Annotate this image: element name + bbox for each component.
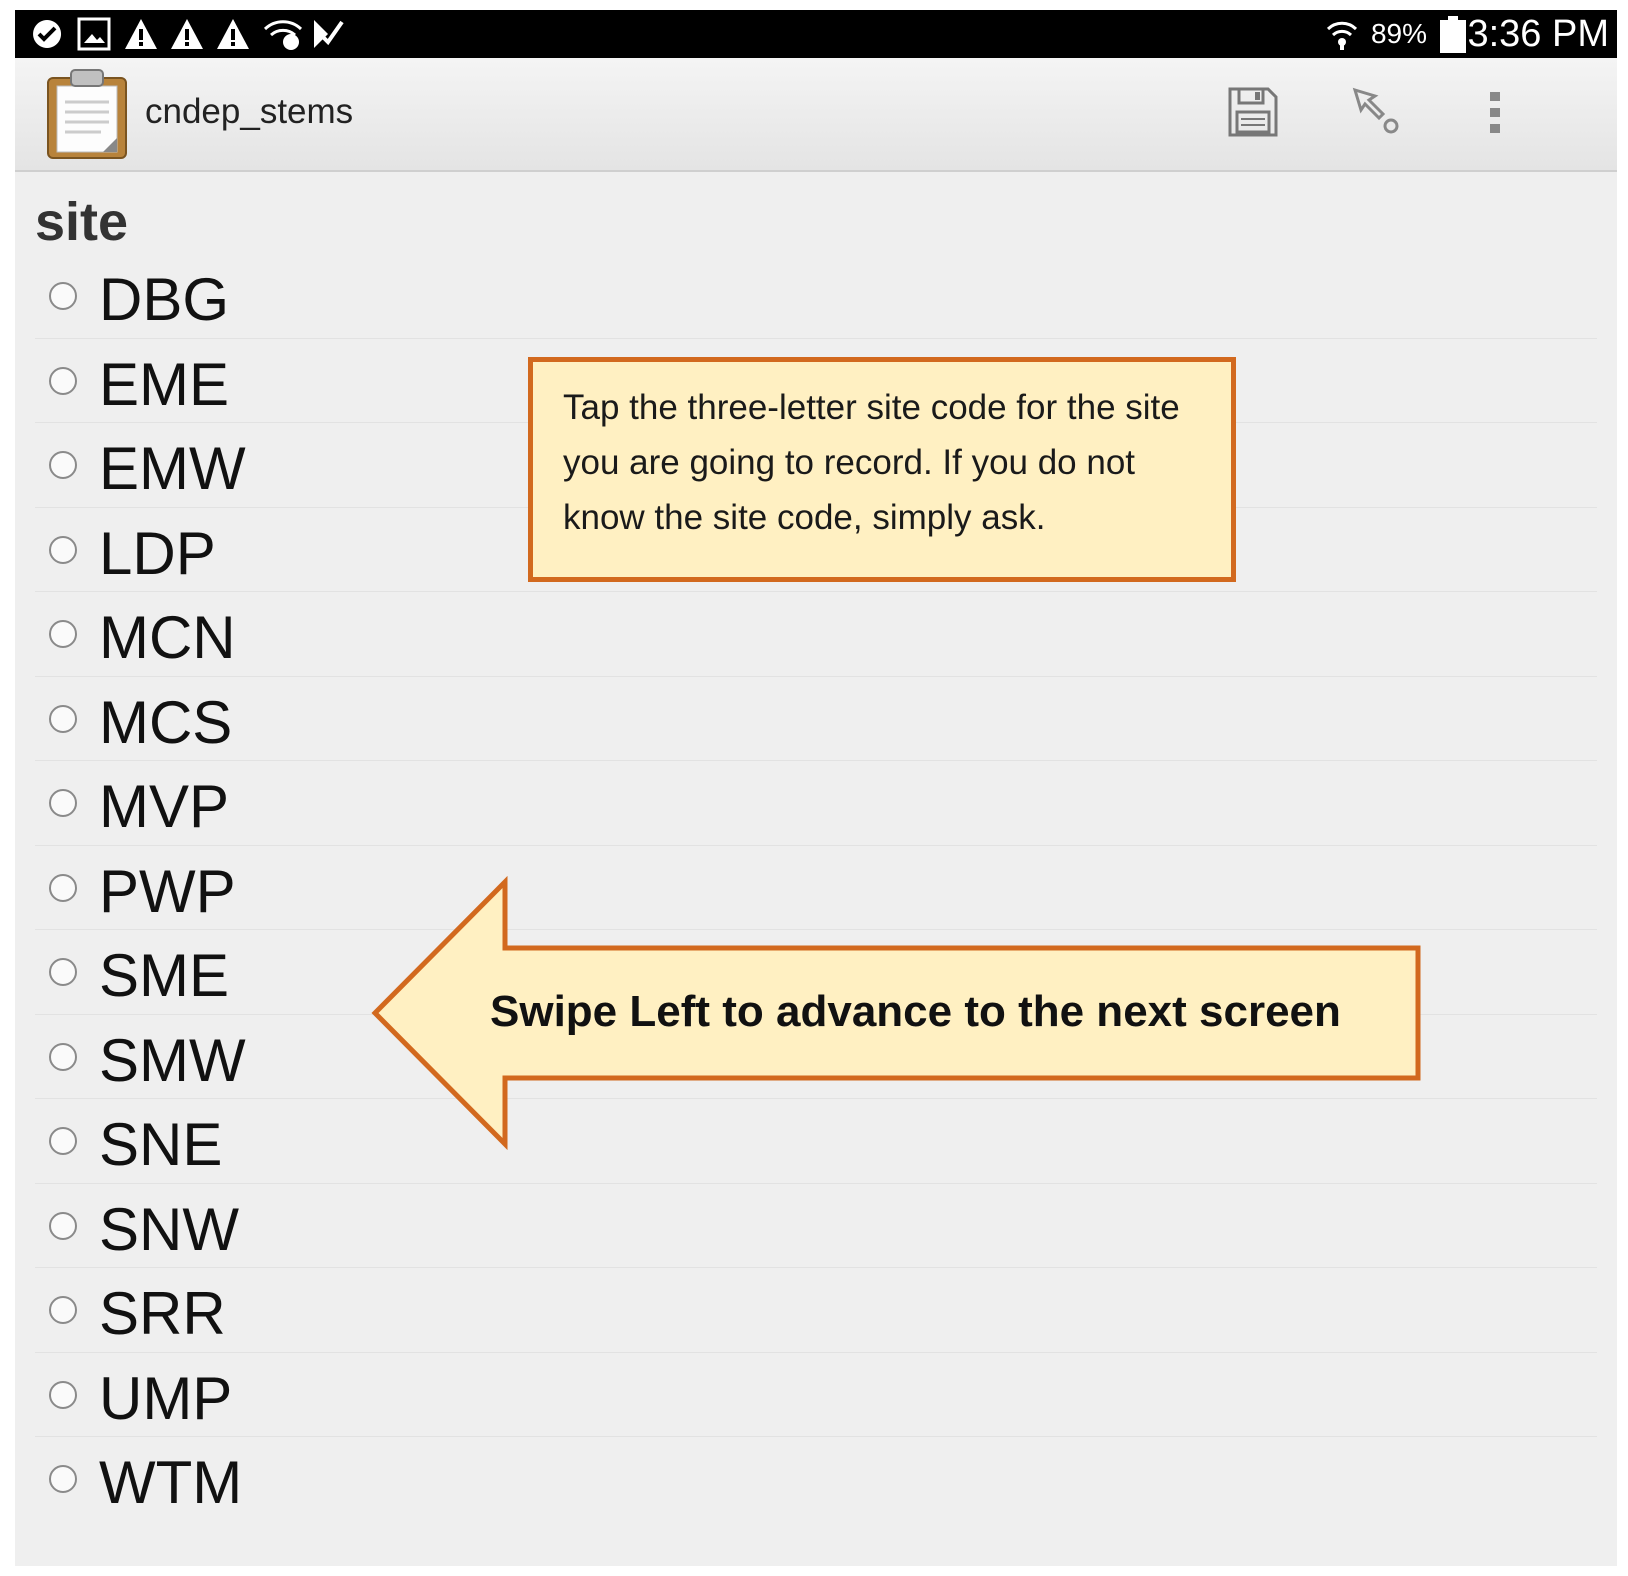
- status-bar: 89% 3:36 PM: [15, 10, 1617, 58]
- choice-label: SNW: [99, 1195, 239, 1263]
- choice-label: LDP: [99, 519, 216, 587]
- choice-wtm[interactable]: WTM: [35, 1437, 1597, 1522]
- overflow-menu-icon[interactable]: [1485, 88, 1505, 138]
- choice-ump[interactable]: UMP: [35, 1353, 1597, 1437]
- radio-button[interactable]: [49, 1380, 77, 1409]
- choice-label: UMP: [99, 1364, 233, 1432]
- battery-icon: [1440, 16, 1466, 53]
- choice-label: WTM: [99, 1449, 243, 1516]
- choice-mvp[interactable]: MVP: [35, 761, 1597, 846]
- radio-button[interactable]: [49, 1042, 77, 1071]
- radio-button[interactable]: [49, 1465, 77, 1493]
- radio-button[interactable]: [49, 704, 77, 733]
- choice-dbg[interactable]: DBG: [35, 254, 1597, 339]
- question-label: site: [35, 192, 129, 252]
- choice-mcn[interactable]: MCN: [35, 592, 1597, 677]
- radio-button[interactable]: [49, 366, 77, 395]
- radio-button[interactable]: [49, 282, 77, 310]
- radio-button[interactable]: [49, 451, 77, 479]
- choice-pwp[interactable]: PWP: [35, 846, 1597, 930]
- tablet-screen: 89% 3:36 PM cndep_stems site DBG EME EMW…: [15, 10, 1617, 1566]
- choice-sne[interactable]: SNE: [35, 1099, 1597, 1184]
- radio-button[interactable]: [49, 535, 77, 564]
- warning-icon: [217, 19, 249, 49]
- clipboard-app-icon: [47, 69, 127, 159]
- choice-label: DBG: [99, 266, 230, 333]
- radio-button[interactable]: [49, 873, 77, 902]
- choice-label: SME: [99, 942, 230, 1009]
- radio-button[interactable]: [49, 1296, 77, 1324]
- messenger-notification-icon: [33, 20, 62, 48]
- choice-srr[interactable]: SRR: [35, 1268, 1597, 1353]
- choice-label: PWP: [99, 857, 236, 925]
- clock: 3:36 PM: [1467, 13, 1609, 55]
- warning-icon: [171, 19, 203, 49]
- choice-label: EMW: [99, 435, 246, 502]
- instruction-callout-text: Tap the three-letter site code for the s…: [563, 388, 1180, 537]
- choice-mcs[interactable]: MCS: [35, 677, 1597, 761]
- image-notification-icon: [77, 17, 111, 51]
- save-icon[interactable]: [1227, 86, 1279, 138]
- choice-label: MCS: [99, 688, 233, 756]
- choice-label: SRR: [99, 1280, 226, 1347]
- action-bar: cndep_stems: [15, 58, 1617, 172]
- app-title: cndep_stems: [145, 92, 354, 131]
- choice-snw[interactable]: SNW: [35, 1184, 1597, 1268]
- jump-to-question-icon[interactable]: [1351, 86, 1403, 138]
- radio-button[interactable]: [49, 958, 77, 986]
- choice-label: EME: [99, 350, 230, 418]
- radio-button[interactable]: [49, 1211, 77, 1240]
- radio-button[interactable]: [49, 789, 77, 817]
- choice-label: MVP: [99, 773, 230, 840]
- choice-label: SNE: [99, 1111, 223, 1178]
- checklist-notification-icon: [314, 20, 344, 48]
- choice-label: MCN: [99, 604, 236, 671]
- warning-icon: [125, 19, 157, 49]
- swipe-left-instruction: Swipe Left to advance to the next screen: [490, 987, 1341, 1036]
- wifi-signal-icon: [1326, 21, 1358, 50]
- radio-button[interactable]: [49, 620, 77, 648]
- radio-button[interactable]: [49, 1127, 77, 1155]
- wifi-help-icon: [263, 20, 303, 50]
- choice-label: SMW: [99, 1026, 246, 1094]
- instruction-callout: Tap the three-letter site code for the s…: [528, 357, 1236, 582]
- battery-percent: 89%: [1370, 18, 1427, 49]
